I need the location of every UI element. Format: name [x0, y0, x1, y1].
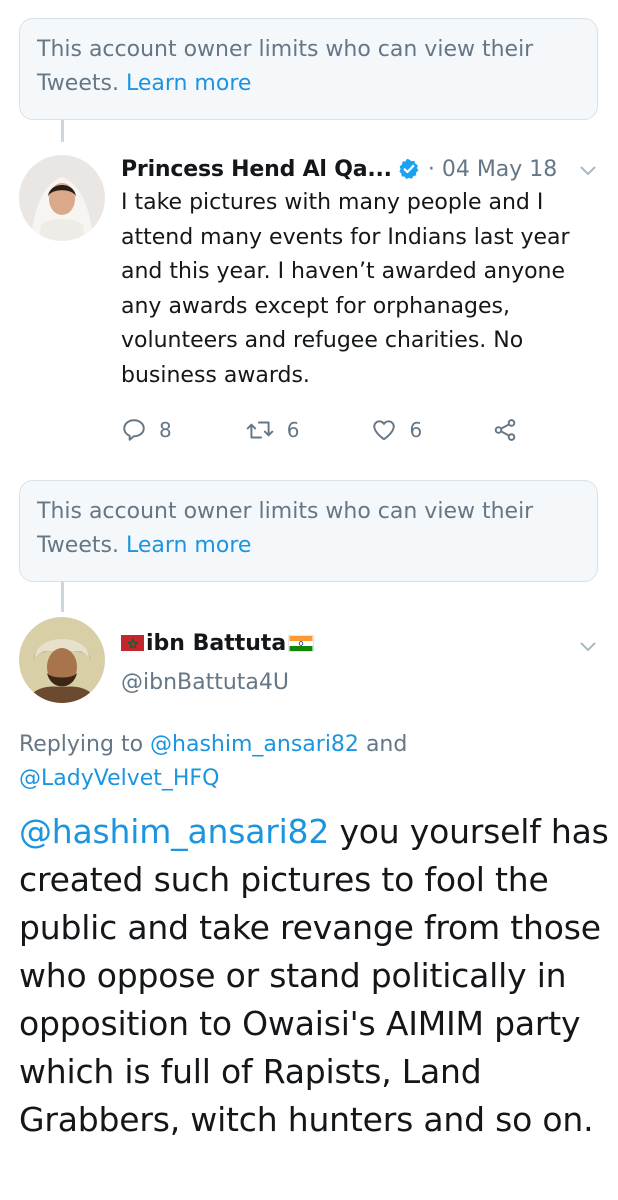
chevron-down-icon[interactable] [580, 166, 596, 176]
chevron-down-icon[interactable] [580, 642, 596, 652]
tweet-date[interactable]: · 04 May 18 [428, 157, 557, 182]
user-handle[interactable]: @ibnBattuta4U [121, 670, 289, 695]
tweet2-name-row[interactable]: ibn Battuta [121, 626, 315, 660]
thread-connector-line [61, 120, 64, 142]
tweet2-body: you yourself has created such pictures t… [19, 812, 609, 1139]
restricted-notice-bottom: This account owner limits who can view t… [19, 480, 598, 582]
learn-more-link[interactable]: Learn more [126, 533, 251, 558]
tweet1-actions: 8 6 6 [121, 414, 518, 446]
reply-icon [123, 419, 145, 441]
restricted-notice-text: This account owner limits who can view t… [37, 499, 534, 558]
thread-connector-line [61, 582, 64, 612]
replying-label: Replying to [19, 732, 144, 757]
share-icon [494, 419, 516, 441]
avatar-ibn-battuta[interactable] [19, 617, 105, 703]
like-count: 6 [409, 418, 423, 442]
like-button[interactable]: 6 [371, 417, 422, 443]
mention-link[interactable]: @hashim_ansari82 [19, 812, 329, 851]
tweet1-text: I take pictures with many people and I a… [121, 190, 570, 388]
retweet-icon [246, 421, 274, 439]
share-button[interactable] [492, 417, 518, 443]
display-name[interactable]: ibn Battuta [146, 631, 286, 656]
reply-count: 8 [159, 418, 172, 442]
reply-button[interactable]: 8 [121, 417, 172, 443]
verified-badge-icon [399, 158, 419, 179]
morocco-flag-icon [121, 635, 144, 651]
heart-icon [373, 420, 396, 441]
tweet2-text: @hashim_ansari82 you yourself has create… [19, 808, 609, 1144]
retweet-count: 6 [286, 418, 300, 442]
avatar-princess-hend[interactable] [19, 155, 105, 241]
restricted-notice-top: This account owner limits who can view t… [19, 18, 598, 120]
display-name[interactable]: Princess Hend Al Qa... [121, 157, 392, 182]
mention-link[interactable]: @hashim_ansari82 [150, 732, 359, 757]
avatar-image [19, 155, 105, 241]
tweet1-header: Princess Hend Al Qa... · 04 May 18 [121, 152, 557, 186]
restricted-notice-text: This account owner limits who can view t… [37, 37, 534, 96]
replying-to: Replying to @hashim_ansari82 and @LadyVe… [19, 728, 599, 796]
learn-more-link[interactable]: Learn more [126, 71, 251, 96]
mention-link[interactable]: @LadyVelvet_HFQ [19, 766, 219, 791]
replying-and: and [365, 732, 408, 757]
india-flag-icon [288, 634, 315, 652]
avatar-image [19, 617, 105, 703]
retweet-button[interactable]: 6 [245, 417, 300, 443]
